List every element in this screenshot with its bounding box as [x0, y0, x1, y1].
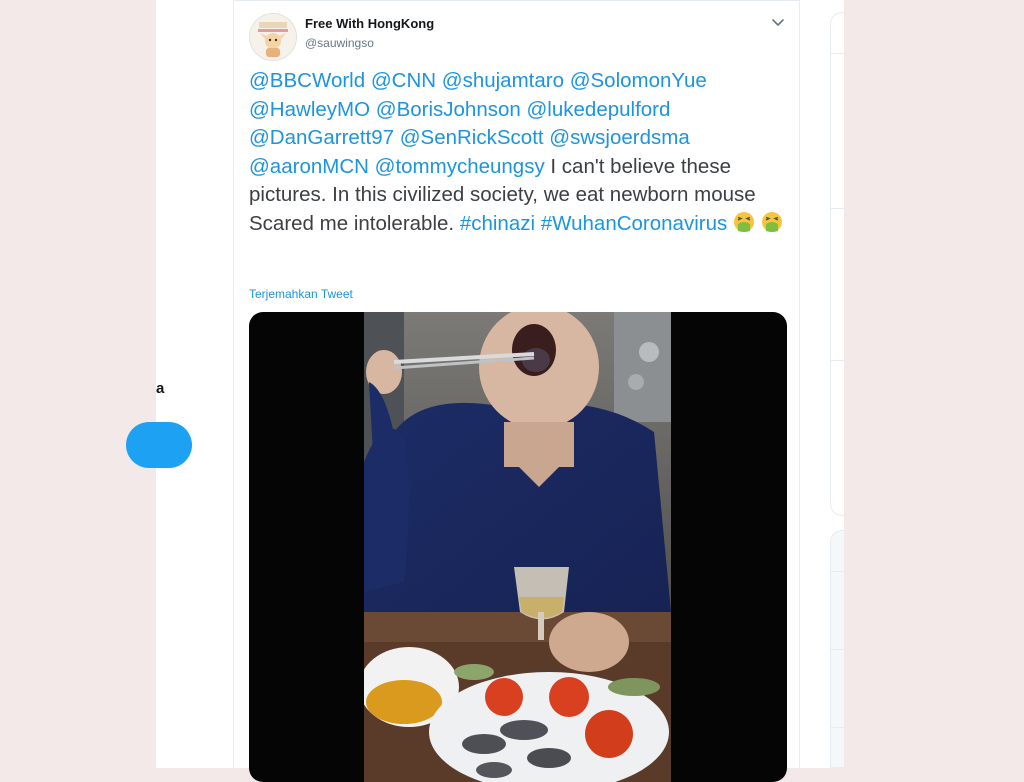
author-handle[interactable]: @sauwingso: [305, 36, 374, 50]
tweet-compose-button[interactable]: [126, 422, 192, 468]
tweet-text: @BBCWorld @CNN @shujamtaro @SolomonYue @…: [249, 67, 794, 238]
translate-tweet-link[interactable]: Terjemahkan Tweet: [249, 287, 353, 301]
avatar[interactable]: [249, 13, 297, 61]
hashtag-link[interactable]: #WuhanCoronavirus: [541, 212, 728, 235]
mention-link[interactable]: @CNN: [371, 69, 436, 92]
twitter-page: a Free With HongKong @sauwingso @BBCWorl…: [126, 0, 845, 782]
mention-link[interactable]: @BorisJohnson: [376, 98, 521, 121]
tweet-card: Free With HongKong @sauwingso @BBCWorld …: [233, 0, 800, 782]
face-vomiting-icon: [761, 211, 783, 233]
left-nav-fragment: a: [156, 380, 165, 397]
avatar-cartoon-icon: [250, 14, 296, 60]
right-sidebar-card: [830, 12, 845, 516]
mention-link[interactable]: @SenRickScott: [400, 126, 544, 149]
face-vomiting-icon: [733, 211, 755, 233]
mention-link[interactable]: @HawleyMO: [249, 98, 370, 121]
mention-link[interactable]: @DanGarrett97: [249, 126, 394, 149]
tweet-video[interactable]: [249, 312, 787, 782]
video-frame: [364, 312, 671, 782]
chevron-down-icon[interactable]: [769, 13, 787, 31]
right-sidebar-card-2: [830, 530, 845, 768]
mention-link[interactable]: @BBCWorld: [249, 69, 365, 92]
author-display-name[interactable]: Free With HongKong: [305, 16, 434, 31]
mention-link[interactable]: @tommycheungsy: [375, 155, 545, 178]
mention-link[interactable]: @lukedepulford: [527, 98, 671, 121]
mention-link[interactable]: @aaronMCN: [249, 155, 369, 178]
mention-link[interactable]: @SolomonYue: [570, 69, 707, 92]
mention-link[interactable]: @swsjoerdsma: [549, 126, 689, 149]
hashtag-link[interactable]: #chinazi: [460, 212, 535, 235]
mention-link[interactable]: @shujamtaro: [442, 69, 564, 92]
